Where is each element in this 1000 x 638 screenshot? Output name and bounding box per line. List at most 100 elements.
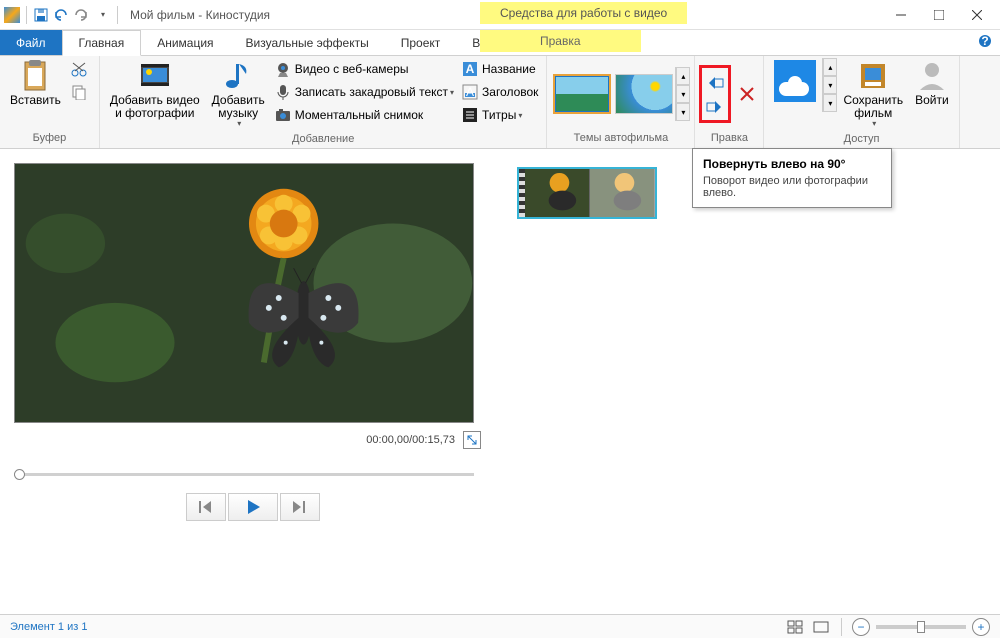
tab-visual-effects[interactable]: Визуальные эффекты — [230, 30, 385, 55]
ribbon-group-edit: Правка — [695, 56, 764, 148]
clipboard-icon — [19, 60, 51, 92]
fullscreen-button[interactable] — [463, 431, 481, 449]
zoom-slider[interactable] — [876, 625, 966, 629]
scissors-icon — [71, 61, 87, 77]
copy-button[interactable] — [67, 81, 95, 103]
next-icon — [293, 501, 307, 513]
preview-pane: 00:00,00/00:15,73 — [0, 149, 505, 614]
svg-text:?: ? — [981, 34, 988, 48]
title-icon: A — [462, 61, 478, 77]
onedrive-button[interactable] — [768, 58, 822, 104]
maximize-button[interactable] — [920, 1, 958, 29]
preview-image — [15, 164, 473, 422]
save-icon — [34, 8, 48, 22]
help-button[interactable]: ? — [970, 30, 1000, 55]
fullscreen-icon — [466, 434, 478, 446]
webcam-video-button[interactable]: Видео с веб-камеры — [271, 58, 458, 80]
seek-thumb[interactable] — [14, 469, 25, 480]
divider — [26, 6, 27, 24]
music-note-icon — [222, 60, 254, 92]
close-button[interactable] — [958, 1, 996, 29]
view-mode-button-1[interactable] — [785, 618, 805, 636]
signin-label: Войти — [915, 94, 949, 107]
qat-redo-button[interactable] — [71, 5, 91, 25]
delete-button[interactable] — [735, 83, 759, 105]
tab-file[interactable]: Файл — [0, 30, 62, 55]
timeline-pane[interactable] — [505, 149, 1000, 614]
gallery-expand-button[interactable]: ▾ — [676, 103, 690, 121]
add-video-photos-button[interactable]: Добавить видео и фотографии — [104, 58, 206, 122]
prev-icon — [199, 501, 213, 513]
minimize-button[interactable] — [882, 1, 920, 29]
delete-x-icon — [739, 86, 755, 102]
qat-save-button[interactable] — [31, 5, 51, 25]
caption-icon: A — [462, 84, 478, 100]
caption-button[interactable]: AЗаголовок — [458, 81, 542, 103]
share-expand-button[interactable]: ▾ — [823, 94, 837, 112]
rotate-left-button[interactable] — [704, 70, 726, 92]
rotate-right-button[interactable] — [704, 94, 726, 116]
add-music-label: Добавить музыку — [212, 94, 265, 120]
view-icon-1 — [787, 620, 803, 634]
title-button[interactable]: AНазвание — [458, 58, 542, 80]
gallery-up-button[interactable]: ▴ — [676, 67, 690, 85]
snapshot-button[interactable]: Моментальный снимок — [271, 104, 458, 126]
share-down-button[interactable]: ▾ — [823, 76, 837, 94]
paste-label: Вставить — [10, 94, 61, 107]
preview-canvas[interactable] — [14, 163, 474, 423]
gallery-down-button[interactable]: ▾ — [676, 85, 690, 103]
rotate-buttons-highlight — [699, 65, 731, 123]
credits-icon — [462, 107, 478, 123]
status-item-count: Элемент 1 из 1 — [10, 621, 87, 633]
save-movie-label: Сохранить фильм — [843, 94, 903, 120]
film-photo-icon — [139, 60, 171, 92]
playback-controls — [14, 493, 491, 521]
qat-customize-dropdown[interactable]: ▾ — [93, 5, 113, 25]
svg-text:A: A — [466, 62, 475, 76]
play-button[interactable] — [228, 493, 278, 521]
time-display: 00:00,00/00:15,73 — [366, 434, 455, 446]
tab-edit-contextual[interactable]: Правка — [480, 30, 641, 52]
save-movie-button[interactable]: Сохранить фильм▾ — [837, 58, 909, 131]
paste-button[interactable]: Вставить — [4, 58, 67, 109]
ribbon-group-add: Добавить видео и фотографии Добавить муз… — [100, 56, 548, 148]
cut-button[interactable] — [67, 58, 95, 80]
contextual-tab-group-label: Средства для работы с видео — [480, 2, 687, 24]
tab-animation[interactable]: Анимация — [141, 30, 229, 55]
add-music-button[interactable]: Добавить музыку▾ — [206, 58, 271, 131]
ribbon: Вставить Буфер Добавить видео и фотограф… — [0, 56, 1000, 149]
add-video-label: Добавить видео и фотографии — [110, 94, 200, 120]
zoom-in-button[interactable]: + — [972, 618, 990, 636]
microphone-icon — [275, 84, 291, 100]
signin-button[interactable]: Войти — [909, 58, 955, 109]
tooltip-description: Поворот видео или фотографии влево. — [703, 175, 881, 199]
clip-frame-2[interactable] — [590, 169, 655, 217]
view-icon-2 — [813, 620, 829, 634]
theme-thumbnail-1[interactable] — [553, 74, 611, 114]
share-up-button[interactable]: ▴ — [823, 58, 837, 76]
seek-bar[interactable] — [14, 467, 474, 481]
record-voiceover-button[interactable]: Записать закадровый текст▾ — [271, 81, 458, 103]
app-icon — [4, 7, 20, 23]
theme-thumbnail-2[interactable] — [615, 74, 673, 114]
tab-home[interactable]: Главная — [62, 30, 142, 56]
zoom-out-button[interactable]: − — [852, 618, 870, 636]
next-frame-button[interactable] — [280, 493, 320, 521]
timeline-clip[interactable] — [517, 167, 657, 219]
qat-undo-button[interactable] — [51, 5, 71, 25]
group-label-edit: Правка — [711, 130, 748, 146]
tooltip: Повернуть влево на 90° Поворот видео или… — [692, 148, 892, 208]
prev-frame-button[interactable] — [186, 493, 226, 521]
divider — [117, 6, 118, 24]
view-mode-button-2[interactable] — [811, 618, 831, 636]
zoom-slider-thumb[interactable] — [917, 621, 925, 633]
ribbon-group-access: ▴ ▾ ▾ Сохранить фильм▾ Войти Доступ — [764, 56, 959, 148]
undo-icon — [54, 8, 68, 22]
group-label-add: Добавление — [292, 131, 354, 147]
ribbon-tabs: Файл Главная Анимация Визуальные эффекты… — [0, 30, 1000, 56]
credits-button[interactable]: Титры▾ — [458, 104, 542, 126]
svg-text:A: A — [466, 85, 474, 99]
tab-project[interactable]: Проект — [385, 30, 457, 55]
clip-frame-1[interactable] — [525, 169, 590, 217]
help-icon: ? — [978, 34, 992, 48]
